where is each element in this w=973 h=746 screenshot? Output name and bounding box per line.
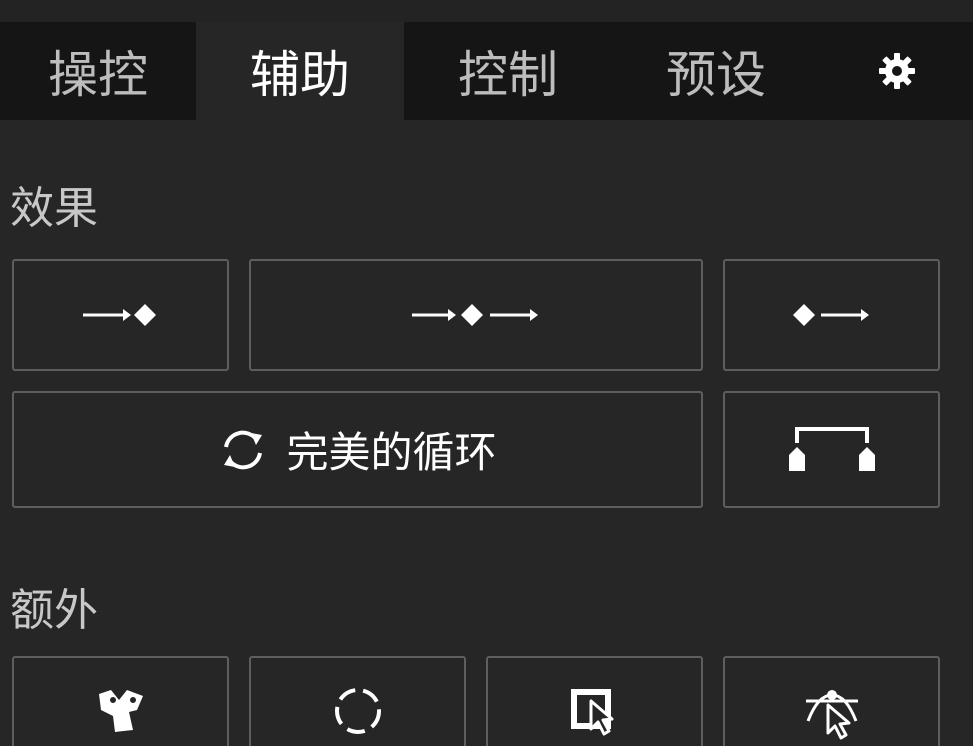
- ease-in-out-button[interactable]: [249, 259, 703, 371]
- tab-manipulate[interactable]: 操控: [0, 22, 196, 120]
- tab-control[interactable]: 控制: [404, 22, 612, 120]
- ease-out-button[interactable]: [723, 259, 940, 371]
- anchor-cursor-button[interactable]: [723, 656, 940, 746]
- anchor-cursor-icon: [805, 690, 858, 740]
- perfect-loop-label: 完美的循环: [286, 428, 497, 477]
- section-title-extra: 额外: [10, 585, 98, 636]
- ease-out-keyframe-icon: [792, 304, 869, 326]
- tab-bar: 操控 辅助 控制 预设: [0, 22, 973, 120]
- bracket-markers-icon: [788, 426, 875, 471]
- gear-icon: [878, 53, 915, 89]
- settings-button[interactable]: [820, 22, 973, 120]
- dashed-circle-button[interactable]: [249, 656, 466, 746]
- ease-in-button[interactable]: [12, 259, 229, 371]
- perfect-loop-button[interactable]: 完美的循环: [12, 391, 703, 508]
- tab-presets[interactable]: 预设: [612, 22, 820, 120]
- ease-in-keyframe-icon: [82, 304, 156, 326]
- puppet-shape-button[interactable]: [12, 656, 229, 746]
- tab-assist[interactable]: 辅助: [196, 22, 404, 120]
- bracket-markers-button[interactable]: [723, 391, 940, 508]
- puppet-shape-icon: [98, 690, 143, 732]
- assist-panel: 操控 辅助 控制 预设 效果 完美的循环 额外: [0, 0, 973, 746]
- ease-in-out-keyframe-icon: [412, 304, 538, 326]
- select-layer-cursor-icon: [570, 689, 613, 736]
- top-strip: [0, 0, 973, 22]
- select-layer-button[interactable]: [486, 656, 703, 746]
- section-title-effects: 效果: [10, 183, 98, 234]
- dashed-circle-icon: [334, 688, 381, 734]
- loop-icon: [224, 430, 263, 469]
